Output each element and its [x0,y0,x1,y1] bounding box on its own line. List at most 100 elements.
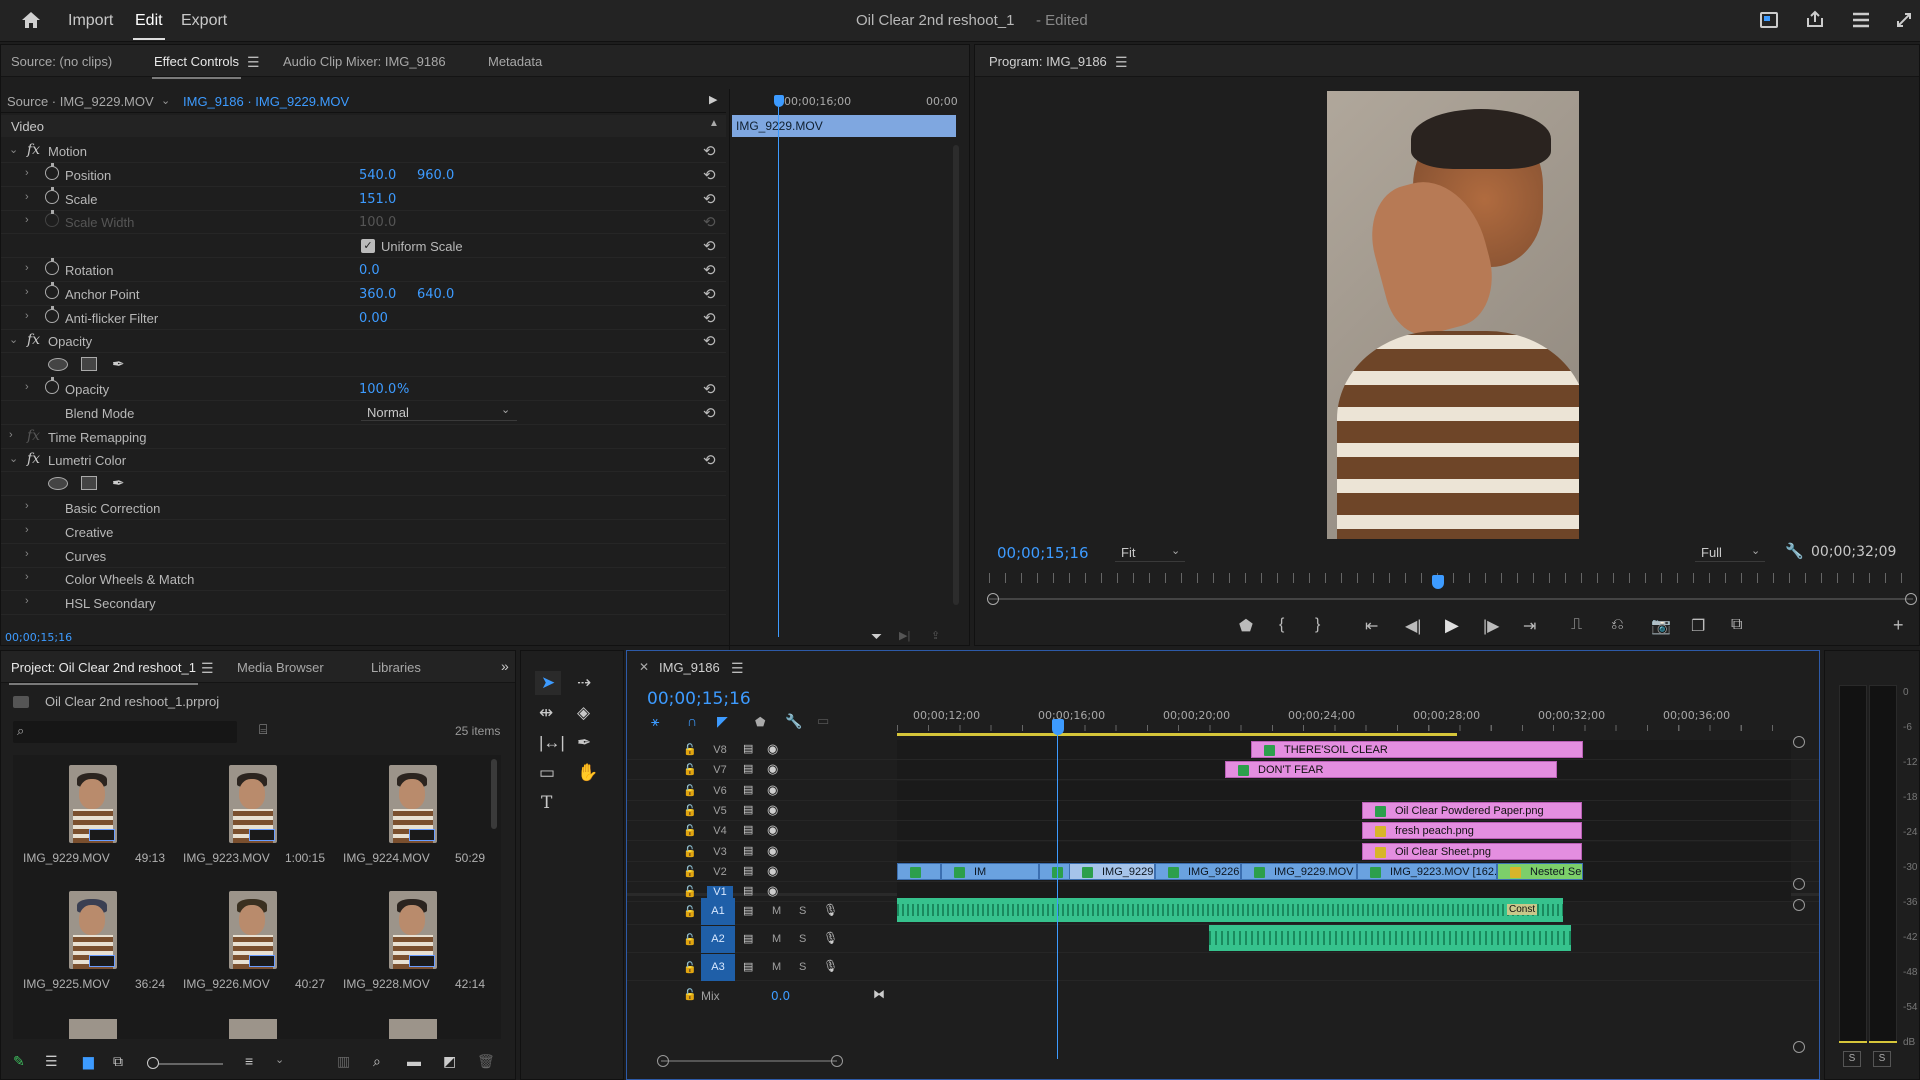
mix-end-icon[interactable]: ⧓ [873,987,885,1001]
pen-mask-icon[interactable]: ✒ [112,474,125,492]
ec-mini-clip[interactable]: IMG_9229.MOV [732,115,956,137]
sort-chevron-icon[interactable]: ⌄ [275,1053,284,1066]
chevron-icon[interactable]: › [9,429,13,441]
chevron-icon[interactable]: › [25,571,29,583]
ellipse-mask-icon[interactable] [48,477,68,491]
project-item[interactable]: IMG_9226.MOV 40:27 [173,881,333,1005]
timeline-clip[interactable]: fresh peach.png [1362,822,1582,840]
project-item[interactable]: IMG_9225.MOV 36:24 [13,881,173,1005]
a1-audio-clip[interactable]: Const [897,898,1563,922]
clip-thumbnail[interactable] [389,891,437,969]
chevron-icon[interactable]: › [25,262,29,274]
ec-row[interactable]: › fx Time Remapping [1,425,726,449]
project-item[interactable]: IMG_9229.MOV 49:13 [13,755,173,879]
mix-value[interactable]: 0.0 [771,989,790,1003]
timeline-clip[interactable]: DON'T FEAR [1225,761,1557,779]
stopwatch-icon[interactable] [45,186,59,204]
lock-icon[interactable]: 🔓 [683,824,697,837]
scroll-up-icon[interactable]: ▲ [709,118,719,129]
project-item[interactable]: IMG_9224.MOV 50:29 [333,755,493,879]
audio-track-header[interactable]: 🔓 A3 ▤ M S 🎙 [627,954,1819,981]
lock-icon[interactable]: 🔓 [683,804,697,817]
quality-dropdown[interactable]: Full ⌄ [1695,544,1765,562]
step-back-icon[interactable]: ◀| [1405,616,1421,636]
ec-value-1[interactable]: 540.0 [359,168,396,183]
track-label[interactable]: V5 [707,805,733,817]
timeline-clip[interactable]: Oil Clear Powdered Paper.png [1362,801,1582,819]
clip-thumbnail[interactable] [229,891,277,969]
chevron-icon[interactable]: › [25,548,29,560]
track-label[interactable]: V3 [707,846,733,858]
program-scrub-ruler[interactable] [989,573,1913,583]
track-select-tool-icon[interactable]: ⇢ [577,673,591,693]
solo-button[interactable]: S [799,933,806,945]
comparison-view-icon[interactable]: ❐ [1691,616,1705,636]
ec-row[interactable]: ⌄ fx Lumetri Color ⟲ [1,448,726,473]
ec-row[interactable]: › Curves [1,544,726,568]
ripple-icon[interactable]: ▶| [899,629,910,642]
add-marker-timeline-icon[interactable]: ⬟ [755,715,765,729]
ec-row[interactable]: › Creative [1,520,726,544]
ec-value-1[interactable]: 0.0 [359,263,380,278]
slip-tool-icon[interactable]: |↔| [539,733,565,753]
chevron-icon[interactable]: ⌄ [9,143,18,156]
ec-row[interactable]: › HSL Secondary [1,591,726,616]
timeline-clip[interactable]: IM [941,862,1039,880]
chevron-down-icon[interactable]: ⌄ [161,94,170,107]
solo-right-button[interactable]: S [1873,1051,1891,1067]
workspaces-icon[interactable] [1760,12,1778,28]
nav-export[interactable]: Export [181,12,227,30]
ec-value-1[interactable]: 151.0 [359,192,396,207]
eye-icon[interactable]: ◉ [767,761,778,777]
video-vscroll-handle-top[interactable] [1793,736,1805,748]
mute-button[interactable]: M [772,961,781,973]
tab-sequence[interactable]: IMG_9186 [659,660,720,675]
program-video-frame[interactable] [1327,91,1579,539]
extract-icon[interactable]: ⎌ [1611,616,1624,634]
program-title[interactable]: Program: IMG_9186 [989,54,1107,69]
timeline-clip[interactable]: IMG_9229 [1069,862,1155,880]
track-label[interactable]: V8 [707,744,733,756]
tab-project[interactable]: Project: Oil Clear 2nd reshoot_1 [9,660,198,685]
add-marker-icon[interactable]: ⬟ [1239,616,1253,636]
linked-selection-icon[interactable]: ∩ [687,713,697,729]
ec-row[interactable]: ⌄ fx Motion ⟲ [1,139,726,163]
track-label[interactable]: A3 [701,954,735,981]
track-label[interactable]: V2 [707,866,733,878]
ec-row[interactable]: › Anti-flicker Filter 0.00 ⟲ [1,305,726,330]
fit-dropdown[interactable]: Fit ⌄ [1115,544,1185,562]
timeline-clip[interactable]: IMG_9223.MOV [162.16 [1357,862,1497,880]
film-toggle-icon[interactable]: ▤ [743,783,753,796]
mark-out-icon[interactable]: } [1315,616,1320,634]
ec-row[interactable]: Blend Mode Normal ⌄ ⟲ [1,401,726,425]
selection-tool-icon[interactable]: ➤ [541,673,555,693]
fx-icon[interactable]: fx [27,332,40,348]
ec-row[interactable]: ✒ [1,472,726,497]
solo-button[interactable]: S [799,905,806,917]
home-icon[interactable] [20,10,42,30]
lock-icon[interactable]: 🔓 [683,865,697,878]
close-icon[interactable]: ✕ [639,660,649,674]
ec-value-1[interactable]: 100.0 [359,382,396,397]
track-label[interactable]: V7 [707,764,733,776]
list-view-icon[interactable]: ☰ [45,1053,58,1070]
new-bin-icon[interactable]: ▬ [407,1053,421,1069]
film-toggle-icon[interactable]: ▤ [743,884,753,897]
stopwatch-icon[interactable] [45,305,59,323]
ec-row[interactable]: › Scale Width 100.0 ⟲ [1,210,726,235]
lift-icon[interactable]: ⎍ [1571,616,1582,634]
track-label[interactable]: V4 [707,825,733,837]
ec-row[interactable]: ⌄ fx Opacity ⟲ [1,329,726,354]
ec-row[interactable]: › Scale 151.0 ⟲ [1,186,726,211]
video-track-header[interactable]: 🔓 V7 ▤ ◉ [627,760,1819,781]
add-button-icon[interactable]: + [1893,615,1904,636]
program-menu-icon[interactable]: ☰ [1115,54,1128,71]
reset-icon[interactable]: ⟲ [703,190,716,208]
chevron-icon[interactable]: › [25,286,29,298]
blend-mode-select[interactable]: Normal ⌄ [361,403,517,421]
automate-icon[interactable]: ▥ [337,1053,350,1070]
wrench-icon[interactable]: 🔧 [1785,542,1804,560]
clip-thumbnail[interactable] [389,765,437,843]
fx-icon[interactable]: fx [27,428,40,444]
zoom-slider-handle[interactable] [147,1057,159,1069]
